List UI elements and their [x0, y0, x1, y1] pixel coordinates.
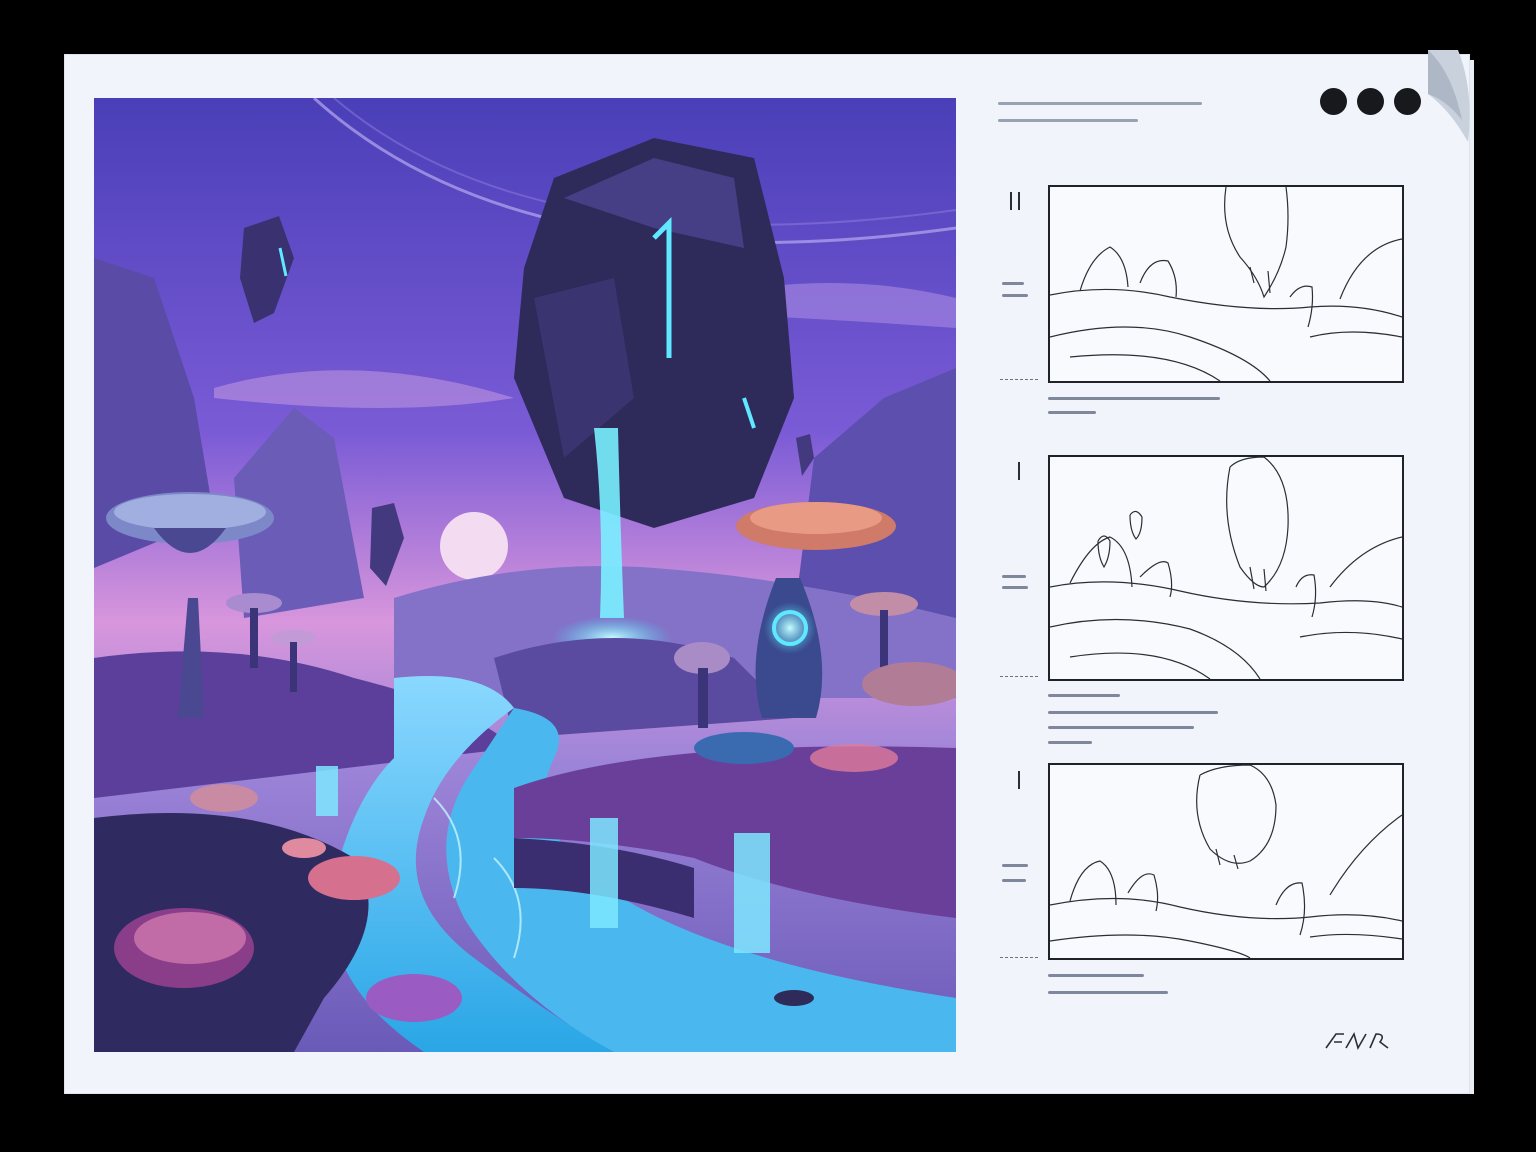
panel-label-line [1002, 282, 1024, 285]
panel-label-line [1002, 586, 1028, 589]
caption-line [1048, 741, 1092, 744]
storyboard-sketch-mid [1050, 457, 1402, 679]
panel-marker [1010, 192, 1012, 210]
dot [1394, 88, 1421, 115]
panel-marker [1018, 771, 1020, 789]
storyboard-sketch-close [1050, 765, 1402, 958]
page-curl-icon [1428, 50, 1470, 142]
storyboard-panel-1 [1048, 185, 1404, 383]
caption-line [1048, 397, 1220, 400]
caption-line [1048, 991, 1168, 994]
panel-guide [1000, 379, 1038, 380]
notes-header [998, 102, 1202, 136]
panel-label-line [1002, 864, 1028, 867]
storyboard-panel-3 [1048, 763, 1404, 960]
menu-dots-icon [1320, 88, 1421, 115]
caption-line [1048, 411, 1096, 414]
note-line [998, 119, 1138, 122]
caption-line [1048, 694, 1120, 697]
storyboard-panel-2 [1048, 455, 1404, 681]
dot [1357, 88, 1384, 115]
panel-guide [1000, 957, 1038, 958]
caption-line [1048, 726, 1194, 729]
panel-label-line [1002, 879, 1026, 882]
panel-guide [1000, 676, 1038, 677]
dot [1320, 88, 1347, 115]
storyboard-sketch-wide [1050, 187, 1402, 381]
note-line [998, 102, 1202, 105]
panel-label-line [1002, 294, 1028, 297]
landscape-illustration [94, 98, 956, 1052]
panel-marker [1018, 192, 1020, 210]
caption-line [1048, 711, 1218, 714]
panel-label-line [1002, 575, 1026, 578]
caption-line [1048, 974, 1144, 977]
panel-marker [1018, 462, 1020, 480]
handwritten-signature [1325, 1031, 1389, 1051]
